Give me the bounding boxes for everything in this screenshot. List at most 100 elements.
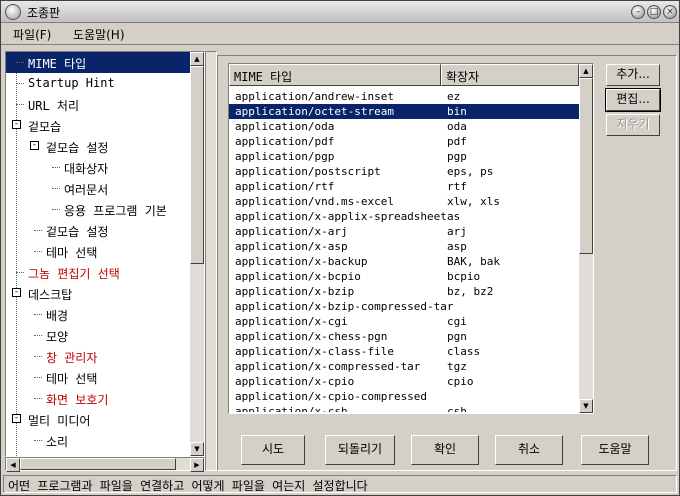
extension-cell: asp: [447, 240, 467, 253]
pane-divider[interactable]: [205, 51, 217, 471]
title-bar[interactable]: 조종판 – □ ×: [1, 1, 679, 23]
extension-cell: csh: [447, 405, 467, 412]
delete-button[interactable]: 지우기: [606, 114, 660, 136]
help-button[interactable]: 도움말: [581, 435, 649, 465]
minimize-icon[interactable]: –: [631, 5, 645, 19]
mime-row[interactable]: application/rtf rtf: [229, 179, 579, 194]
scroll-down-icon[interactable]: ▼: [579, 399, 593, 413]
mime-row[interactable]: application/x-chess-pgn pgn: [229, 329, 579, 344]
mime-row[interactable]: application/x-cpio-compressed: [229, 389, 579, 404]
tree-connector: [16, 83, 24, 84]
mime-type-cell: application/pdf: [235, 135, 335, 148]
column-header-mime-type[interactable]: MIME 타입: [229, 64, 441, 86]
extension-cell: class: [447, 345, 481, 358]
mime-type-cell: application/x-backup: [235, 255, 368, 268]
category-tree[interactable]: MIME 타입 Startup Hint URL 처리 - 겉모습 - 겉모습 설정 대화상자…: [6, 52, 190, 456]
mime-row[interactable]: application/x-csh csh: [229, 404, 579, 412]
tree-connector: [34, 356, 42, 357]
scroll-thumb[interactable]: [579, 78, 593, 254]
edit-button[interactable]: 편집...: [605, 88, 661, 112]
extension-cell: tgz: [447, 360, 467, 373]
tree-item-label: 대화상자: [64, 162, 109, 176]
mime-row[interactable]: application/x-backup BAK, bak: [229, 254, 579, 269]
scroll-up-icon[interactable]: ▲: [190, 52, 204, 66]
mime-type-cell: application/pgp: [235, 150, 335, 163]
column-header-extension[interactable]: 확장자: [441, 64, 579, 86]
mime-type-list[interactable]: MIME 타입 확장자 application/andrew-inset ez ap…: [228, 63, 594, 414]
mime-row[interactable]: application/pgp pgp: [229, 149, 579, 164]
tree-horizontal-scrollbar[interactable]: ◀ ▶: [5, 457, 205, 472]
tree-connector: [34, 335, 42, 336]
mime-row[interactable]: application/x-class-file class: [229, 344, 579, 359]
collapse-icon[interactable]: -: [30, 141, 39, 150]
revert-button[interactable]: 되돌리기: [325, 435, 395, 465]
list-vertical-scrollbar[interactable]: ▲ ▼: [579, 64, 593, 413]
tree-item-label: 배경: [46, 309, 69, 323]
extension-cell: arj: [447, 225, 467, 238]
tree-item-label: 테마 선택: [46, 246, 98, 260]
menu-help[interactable]: 도움말(H): [73, 26, 125, 43]
mime-row[interactable]: application/oda oda: [229, 119, 579, 134]
mime-row[interactable]: application/pdf pdf: [229, 134, 579, 149]
mime-row[interactable]: application/vnd.ms-excel xlw, xls: [229, 194, 579, 209]
tree-item-label: MIME 타입: [28, 57, 87, 71]
tree-connector: [52, 188, 60, 189]
ok-button[interactable]: 확인: [411, 435, 479, 465]
extension-cell: xlw, xls: [447, 195, 500, 208]
scroll-left-icon[interactable]: ◀: [6, 458, 20, 472]
scroll-right-icon[interactable]: ▶: [190, 458, 204, 472]
tree-connector: [52, 167, 60, 168]
mime-row[interactable]: application/octet-stream bin: [229, 104, 579, 119]
mime-row[interactable]: application/x-compressed-tar tgz: [229, 359, 579, 374]
menu-file[interactable]: 파일(F): [13, 26, 51, 43]
tree-item-label: 테마 선택: [46, 372, 98, 386]
close-icon[interactable]: ×: [663, 5, 677, 19]
mime-row[interactable]: application/andrew-inset ez: [229, 89, 579, 104]
extension-cell: ez: [447, 90, 461, 103]
tree-vertical-scrollbar[interactable]: ▲ ▼: [190, 52, 204, 456]
tree-item-label: 응용 프로그램 기본: [64, 204, 167, 218]
collapse-icon[interactable]: -: [12, 414, 21, 423]
mime-row[interactable]: application/x-arj arj: [229, 224, 579, 239]
try-button[interactable]: 시도: [241, 435, 305, 465]
extension-cell: rtf: [447, 180, 467, 193]
mime-row[interactable]: application/postscript eps, ps: [229, 164, 579, 179]
tree-item-label: 화면 보호기: [46, 393, 109, 407]
mime-type-cell: application/rtf: [235, 180, 335, 193]
mime-type-cell: application/oda: [235, 120, 335, 133]
mime-type-cell: application/x-bzip-compressed-tar: [235, 300, 454, 313]
scroll-down-icon[interactable]: ▼: [190, 442, 204, 456]
scroll-thumb[interactable]: [190, 66, 204, 264]
mime-row[interactable]: application/x-bzip-compressed-tar: [229, 299, 579, 314]
list-header: MIME 타입 확장자: [229, 64, 579, 86]
mime-row[interactable]: application/x-bcpio bcpio: [229, 269, 579, 284]
tree-connector: [16, 272, 24, 273]
extension-cell: bcpio: [447, 270, 481, 283]
tree-item-label: Startup Hint: [28, 76, 115, 90]
mime-row[interactable]: application/x-asp asp: [229, 239, 579, 254]
tree-item-label: 겉모습: [28, 120, 62, 134]
mime-type-cell: application/x-asp: [235, 240, 348, 253]
window-menu-icon[interactable]: [5, 4, 21, 20]
mime-type-cell: application/x-bzip: [235, 285, 355, 298]
tree-item-label: 겉모습 설정: [46, 225, 109, 239]
status-bar: 어떤 프로그램과 파일을 연결하고 어떻게 파일을 여는지 설정합니다: [3, 475, 677, 493]
collapse-icon[interactable]: -: [12, 120, 21, 129]
hscroll-thumb[interactable]: [20, 458, 176, 470]
tree-item[interactable]: MIME 타입: [6, 52, 190, 73]
extension-cell: cgi: [447, 315, 467, 328]
add-button[interactable]: 추가...: [606, 64, 660, 86]
list-body: application/andrew-inset ez application/oc…: [229, 86, 579, 412]
extension-cell: bin: [447, 105, 467, 118]
scroll-up-icon[interactable]: ▲: [579, 64, 593, 78]
mime-row[interactable]: application/x-bzip bz, bz2: [229, 284, 579, 299]
tree-item-label: URL 처리: [28, 99, 79, 113]
mime-row[interactable]: application/x-cgi cgi: [229, 314, 579, 329]
cancel-button[interactable]: 취소: [495, 435, 563, 465]
menu-bar: 파일(F) 도움말(H): [1, 23, 679, 45]
collapse-icon[interactable]: -: [12, 288, 21, 297]
tree-item-label: 창 관리자: [46, 351, 98, 365]
maximize-icon[interactable]: □: [647, 5, 661, 19]
mime-row[interactable]: application/x-cpio cpio: [229, 374, 579, 389]
mime-row[interactable]: application/x-applix-spreadsheet as: [229, 209, 579, 224]
